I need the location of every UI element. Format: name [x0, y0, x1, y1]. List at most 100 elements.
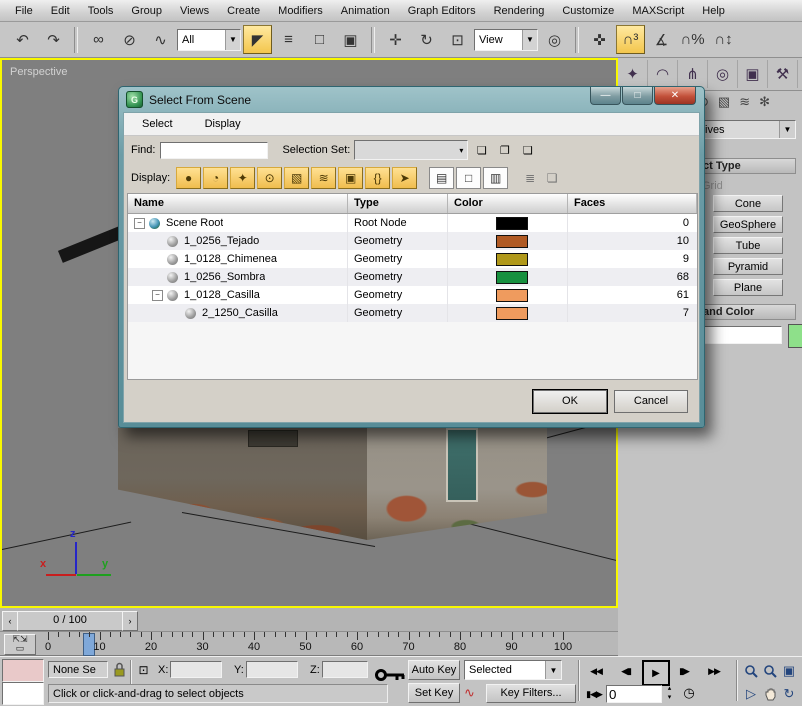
- cancel-button[interactable]: Cancel: [614, 390, 688, 413]
- primitive-button-plane[interactable]: Plane: [713, 279, 783, 296]
- primitive-button-cone[interactable]: Cone: [713, 195, 783, 212]
- selection-set-dropdown[interactable]: ▾: [354, 140, 468, 160]
- zoom-all-button[interactable]: [761, 660, 779, 681]
- tab-create[interactable]: ✦: [618, 60, 648, 88]
- key-mode-toggle-button[interactable]: ▮◀▶: [584, 685, 604, 703]
- angle-snap-button[interactable]: ∡: [647, 25, 676, 54]
- tab-display[interactable]: ▣: [738, 60, 768, 88]
- next-frame-arrow[interactable]: ›: [122, 611, 138, 631]
- snaps-toggle-3d-button[interactable]: ∩³: [616, 25, 645, 54]
- mini-curve-editor-icon[interactable]: ⇱⇲▭: [4, 634, 36, 655]
- table-row[interactable]: 1_0128_ChimeneaGeometry9: [128, 250, 697, 268]
- unlink-selection-button[interactable]: ⊘: [115, 25, 144, 54]
- selection-region-button[interactable]: □: [305, 25, 334, 54]
- category-systems-icon[interactable]: ✻: [759, 94, 770, 110]
- display-invert-button[interactable]: ▥: [483, 167, 508, 189]
- next-frame-button[interactable]: ▮▶: [672, 661, 696, 681]
- auto-key-button[interactable]: Auto Key: [408, 660, 460, 680]
- z-coordinate-field[interactable]: [322, 661, 368, 678]
- zoom-button[interactable]: [742, 660, 760, 681]
- macro-recorder-field[interactable]: [2, 659, 44, 682]
- use-pivot-point-center-button[interactable]: ◎: [540, 25, 569, 54]
- display-toggle-space-warps[interactable]: ≋: [311, 167, 336, 189]
- default-in-out-tangents-icon[interactable]: ∿: [464, 685, 475, 701]
- menu-item-animation[interactable]: Animation: [332, 2, 399, 20]
- object-name-field[interactable]: [700, 326, 782, 344]
- category-helpers-icon[interactable]: ▧: [718, 94, 730, 110]
- expand-collapse-toggle[interactable]: −: [134, 218, 145, 229]
- column-header-name[interactable]: Name: [128, 194, 348, 213]
- primitives-dropdown[interactable]: ives ▼: [700, 120, 796, 139]
- menu-item-views[interactable]: Views: [171, 2, 218, 20]
- select-children-button[interactable]: ❏: [542, 168, 562, 188]
- menu-item-customize[interactable]: Customize: [553, 2, 623, 20]
- previous-frame-button[interactable]: ◀▮: [614, 661, 638, 681]
- chevron-down-icon[interactable]: ▾: [455, 146, 467, 155]
- autogrid-checkbox-label[interactable]: Grid: [702, 180, 723, 192]
- menu-item-rendering[interactable]: Rendering: [485, 2, 554, 20]
- spinner-snap-button[interactable]: ∩↕: [709, 25, 738, 54]
- object-color-swatch[interactable]: [496, 271, 528, 284]
- chevron-down-icon[interactable]: ▼: [225, 30, 240, 50]
- display-toggle-cameras[interactable]: ⊙: [257, 167, 282, 189]
- display-toggle-bones[interactable]: ➤: [392, 167, 417, 189]
- x-coordinate-field[interactable]: [170, 661, 222, 678]
- time-slider-track[interactable]: ‹ 0 / 100 ›: [0, 608, 618, 632]
- track-bar[interactable]: ⇱⇲▭ 0102030405060708090100: [0, 632, 618, 656]
- chevron-down-icon[interactable]: ▼: [779, 121, 795, 138]
- primitive-button-geosphere[interactable]: GeoSphere: [713, 216, 783, 233]
- current-frame-field[interactable]: [606, 685, 662, 703]
- absolute-mode-icon[interactable]: ⊡: [134, 661, 153, 679]
- name-and-color-rollout-header[interactable]: and Color: [696, 304, 796, 320]
- maximize-button[interactable]: □: [622, 87, 653, 105]
- reference-coordinate-system-dropdown[interactable]: View▼: [474, 29, 538, 51]
- select-object-button[interactable]: ◤: [243, 25, 272, 54]
- select-and-move-button[interactable]: ✛: [381, 25, 410, 54]
- time-slider-handle[interactable]: 0 / 100: [17, 611, 123, 631]
- set-key-button[interactable]: Set Key: [408, 683, 460, 703]
- display-toggle-lights[interactable]: ✦: [230, 167, 255, 189]
- y-coordinate-field[interactable]: [246, 661, 298, 678]
- play-button[interactable]: ▶: [642, 660, 670, 686]
- display-toggle-groups[interactable]: ▣: [338, 167, 363, 189]
- percent-snap-button[interactable]: ∩%: [678, 25, 707, 54]
- menu-item-help[interactable]: Help: [693, 2, 734, 20]
- object-color-swatch[interactable]: [496, 307, 528, 320]
- dialog-title-bar[interactable]: G Select From Scene — □ ✕: [119, 87, 704, 112]
- table-row[interactable]: −1_0128_CasillaGeometry61: [128, 286, 697, 304]
- select-and-manipulate-button[interactable]: ✜: [585, 25, 614, 54]
- redo-button[interactable]: ↷: [39, 25, 68, 54]
- category-space-warps-icon[interactable]: ≋: [739, 94, 750, 110]
- tab-modify[interactable]: ◠: [648, 60, 678, 88]
- primitive-button-pyramid[interactable]: Pyramid: [713, 258, 783, 275]
- column-header-type[interactable]: Type: [348, 194, 448, 213]
- viewport-label[interactable]: Perspective: [10, 66, 67, 78]
- table-row[interactable]: 2_1250_CasillaGeometry7: [128, 304, 697, 322]
- menu-item-graph-editors[interactable]: Graph Editors: [399, 2, 485, 20]
- menu-item-tools[interactable]: Tools: [79, 2, 123, 20]
- column-header-faces[interactable]: Faces: [568, 194, 697, 213]
- select-and-link-button[interactable]: ∞: [84, 25, 113, 54]
- close-button[interactable]: ✕: [654, 87, 696, 105]
- expand-collapse-toggle[interactable]: −: [152, 290, 163, 301]
- tab-motion[interactable]: ◎: [708, 60, 738, 88]
- menu-item-create[interactable]: Create: [218, 2, 269, 20]
- goto-end-button[interactable]: ▶▶: [702, 661, 726, 681]
- selection-lock-icon[interactable]: [113, 662, 126, 680]
- orbit-button[interactable]: ↻: [780, 683, 798, 704]
- pan-button[interactable]: [761, 683, 779, 704]
- display-toggle-geometry[interactable]: ●: [176, 167, 201, 189]
- tab-utilities[interactable]: ⚒: [768, 60, 798, 88]
- table-row[interactable]: 1_0256_SombraGeometry68: [128, 268, 697, 286]
- primitive-button-tube[interactable]: Tube: [713, 237, 783, 254]
- maxscript-mini-listener[interactable]: [2, 682, 44, 705]
- select-and-rotate-button[interactable]: ↻: [412, 25, 441, 54]
- table-row[interactable]: −Scene RootRoot Node0: [128, 214, 697, 232]
- expand-tree-button[interactable]: ≣: [520, 168, 540, 188]
- goto-start-button[interactable]: ◀◀: [584, 661, 608, 681]
- bind-to-space-warp-button[interactable]: ∿: [146, 25, 175, 54]
- dialog-menu-select[interactable]: Select: [132, 115, 183, 133]
- object-color-swatch[interactable]: [788, 324, 802, 348]
- menu-item-file[interactable]: File: [6, 2, 42, 20]
- menu-item-edit[interactable]: Edit: [42, 2, 79, 20]
